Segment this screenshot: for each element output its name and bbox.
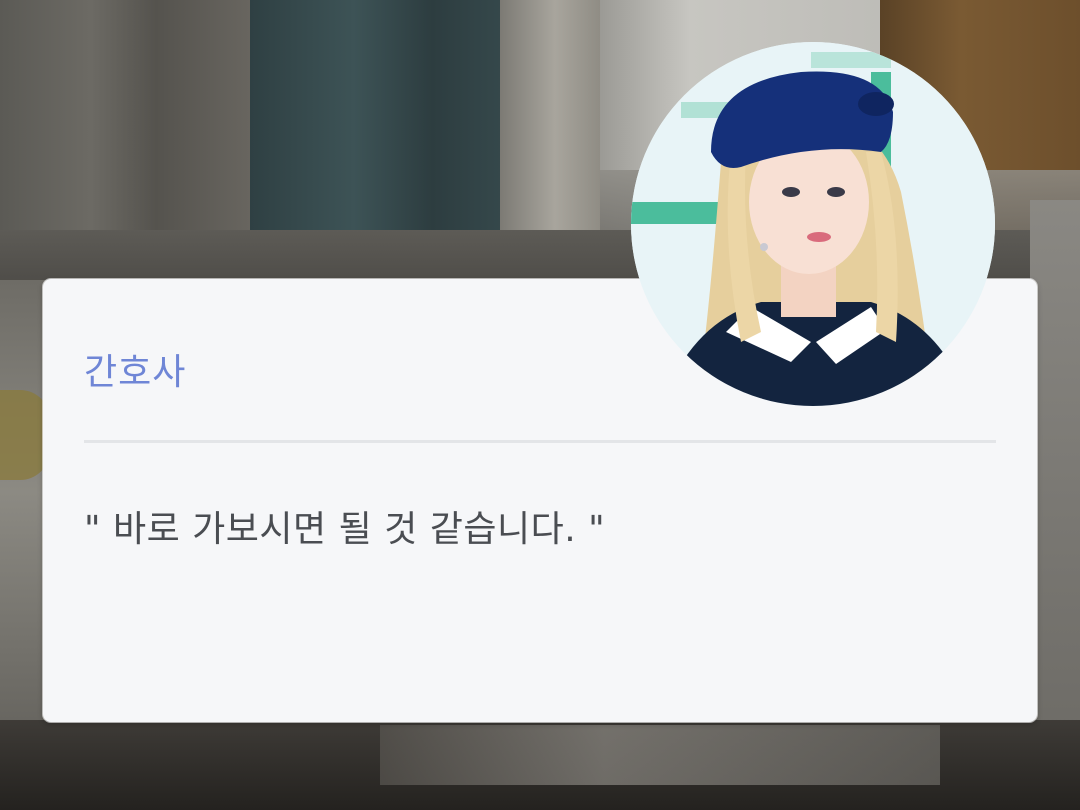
portrait-illustration [631, 42, 995, 406]
floor-highlight [380, 725, 940, 785]
curtain-light [500, 0, 610, 250]
character-portrait-icon [631, 42, 995, 406]
bed-right-side [1030, 200, 1080, 810]
dialogue-text: " 바로 가보시면 될 것 같습니다. " [84, 509, 606, 550]
divider [84, 440, 996, 443]
speaker-name: 간호사 [84, 352, 187, 393]
curtain-teal [250, 0, 510, 250]
